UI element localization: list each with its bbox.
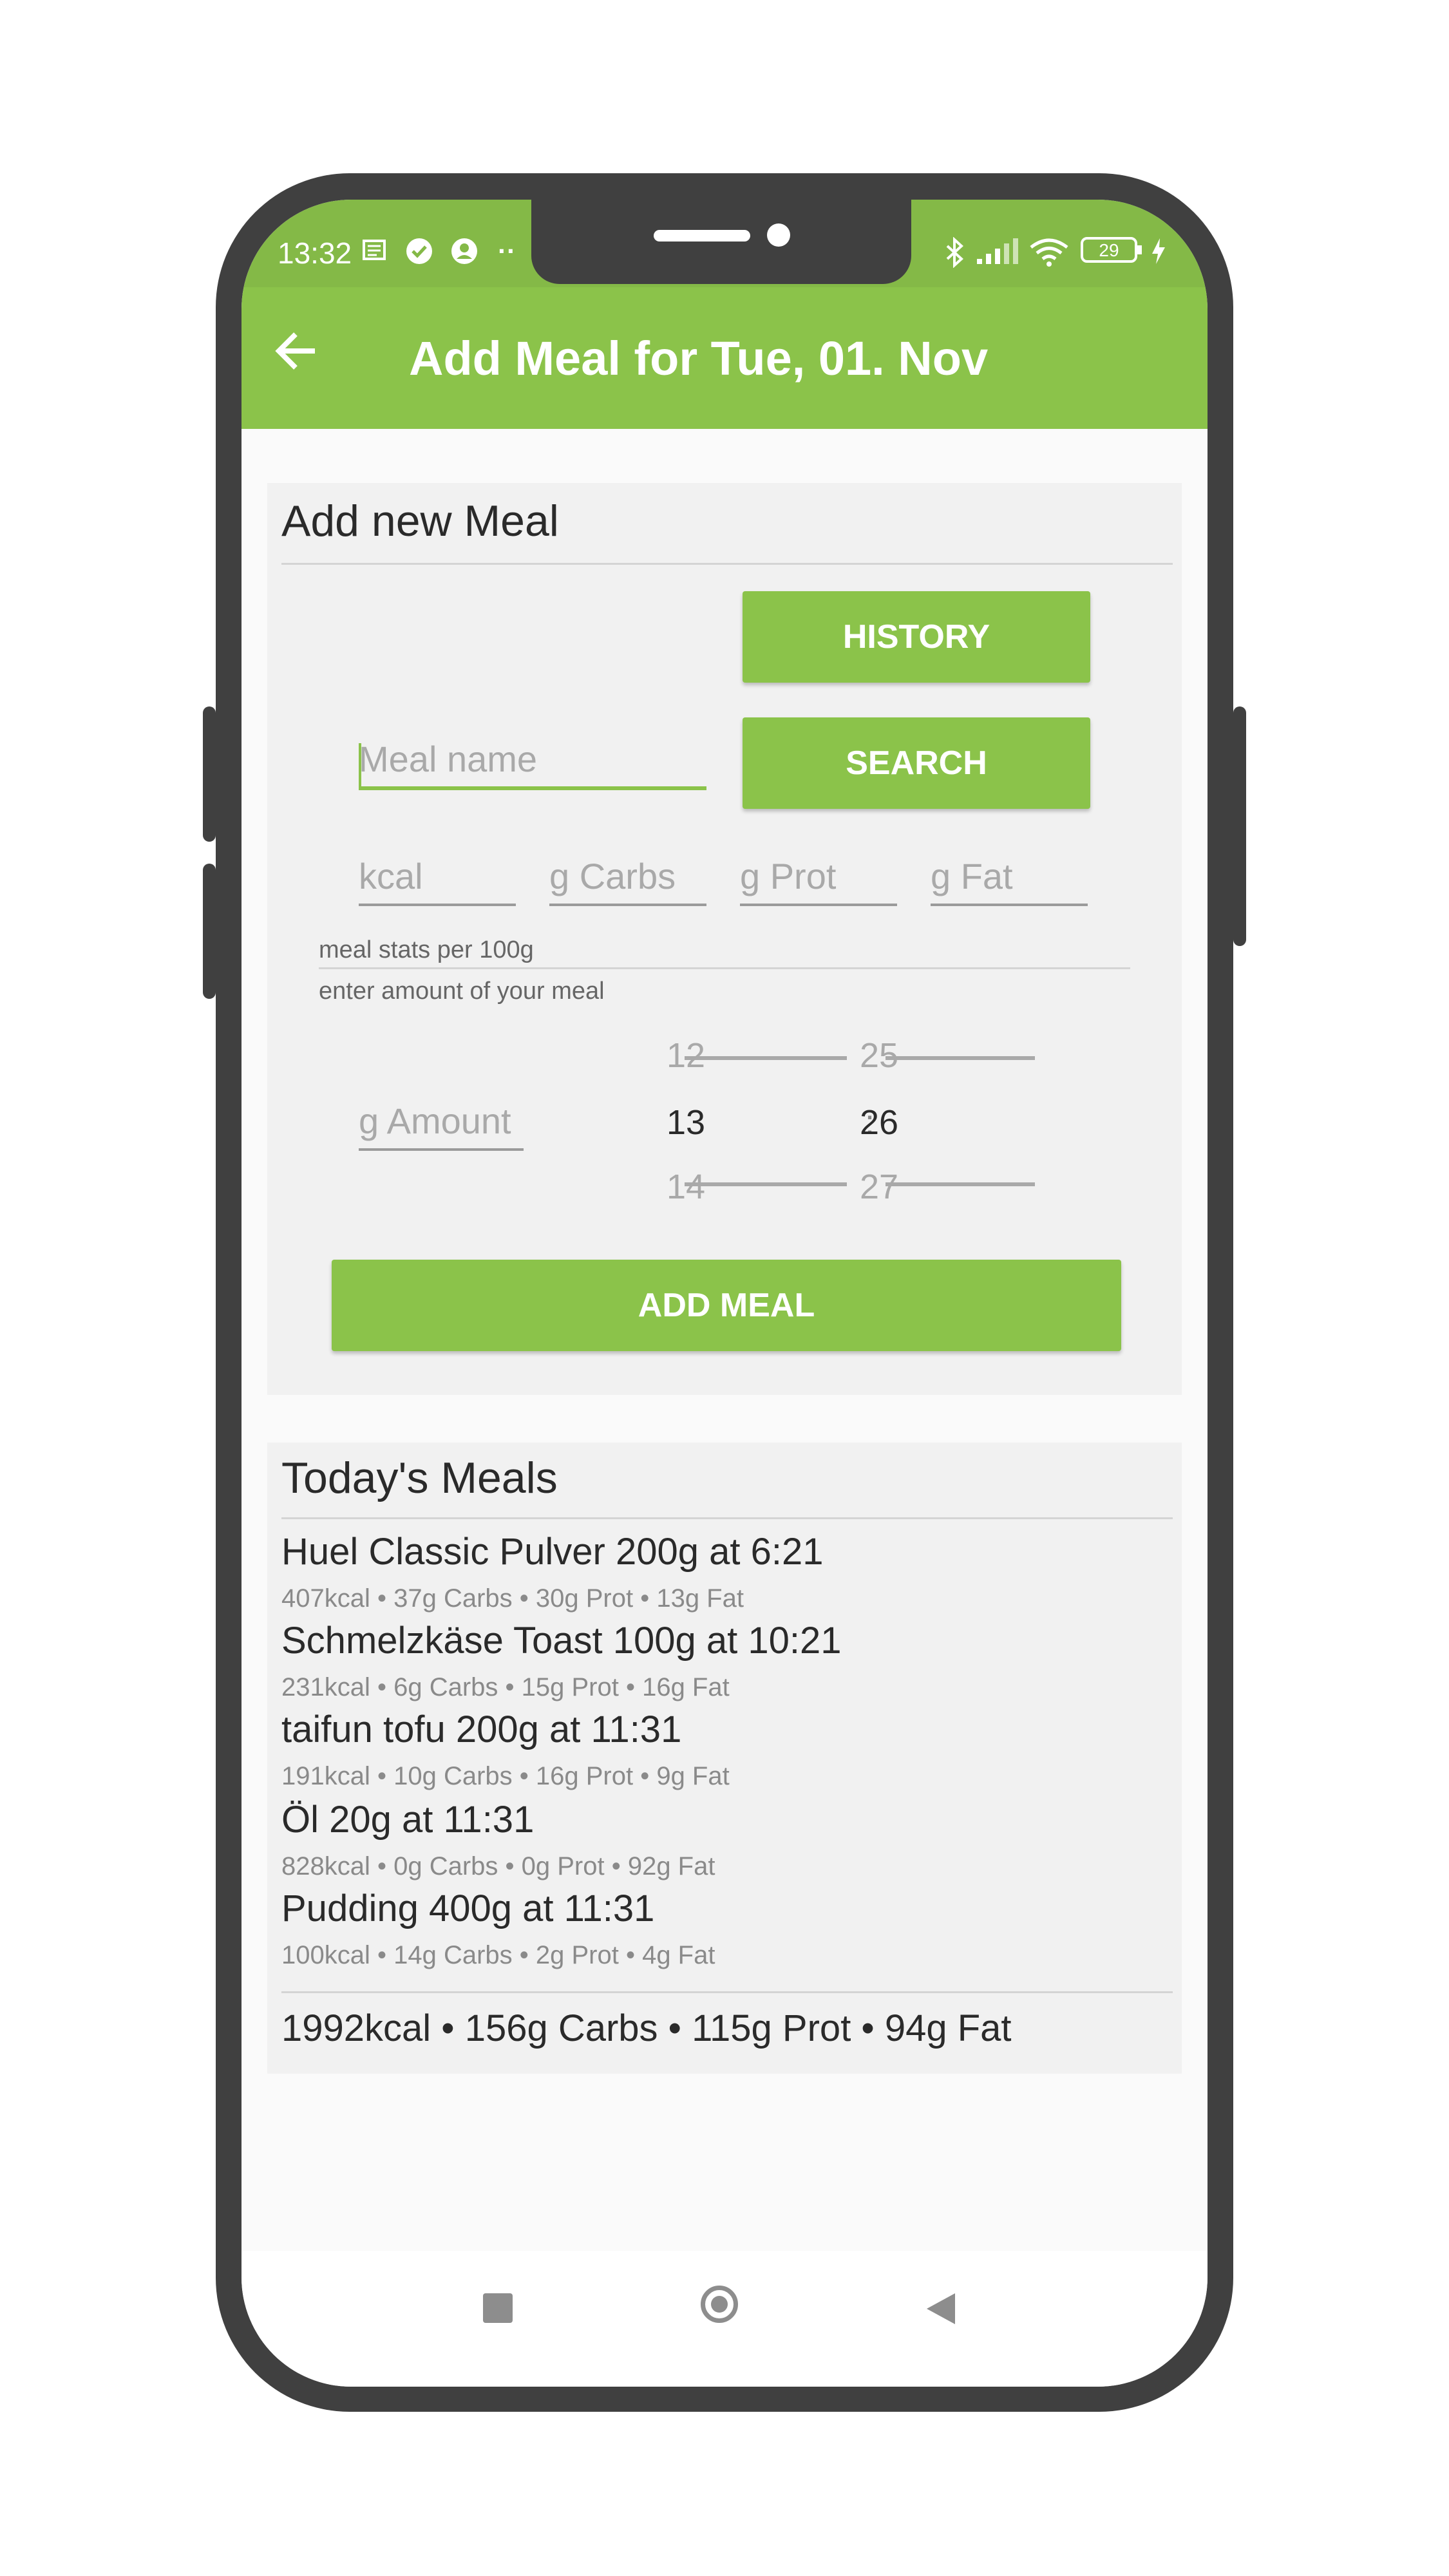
notes-icon — [361, 237, 387, 268]
power-button — [1233, 706, 1246, 946]
protein-input[interactable]: g Prot — [740, 855, 897, 906]
volume-up-button — [203, 706, 216, 842]
minute-next[interactable]: 27 — [802, 1167, 956, 1207]
charging-bolt-icon — [1150, 237, 1168, 270]
meal-item-stats: 407kcal • 37g Carbs • 30g Prot • 13g Fat — [281, 1584, 744, 1613]
card-divider — [281, 563, 1173, 565]
back-arrow-icon[interactable] — [274, 328, 319, 374]
card-divider — [281, 1517, 1173, 1519]
home-icon-dot — [711, 2296, 728, 2313]
amount-input[interactable]: g Amount — [359, 1100, 524, 1151]
hour-prev[interactable]: 12 — [609, 1036, 763, 1075]
meal-item-stats: 231kcal • 6g Carbs • 15g Prot • 16g Fat — [281, 1673, 730, 1701]
daily-total: 1992kcal • 156g Carbs • 115g Prot • 94g … — [281, 2007, 1012, 2049]
account-circle-icon — [450, 237, 478, 270]
total-divider — [281, 1991, 1173, 1993]
search-button[interactable]: SEARCH — [743, 717, 1090, 809]
volume-down-button — [203, 864, 216, 999]
per-100g-label: meal stats per 100g — [319, 936, 534, 963]
todays-meals-card: Today's Meals Huel Classic Pulver 200g a… — [267, 1443, 1182, 2074]
amount-hint-label: enter amount of your meal — [319, 978, 605, 1005]
meal-item-stats: 191kcal • 10g Carbs • 16g Prot • 9g Fat — [281, 1762, 730, 1790]
signal-icon — [976, 237, 1021, 270]
nav-back-icon[interactable] — [924, 2291, 958, 2327]
app-bar: Add Meal for Tue, 01. Nov — [242, 287, 1208, 429]
carbs-input[interactable]: g Carbs — [549, 855, 706, 906]
meal-item-stats: 828kcal • 0g Carbs • 0g Prot • 92g Fat — [281, 1852, 715, 1880]
kcal-input[interactable]: kcal — [359, 855, 516, 906]
meal-name-input[interactable]: Meal name — [359, 738, 706, 790]
minute-selected[interactable]: 26 — [802, 1103, 956, 1142]
minute-picker-top-line — [886, 1056, 1035, 1060]
add-meal-card: Add new Meal HISTORY Meal name SEARCH kc… — [267, 483, 1182, 1395]
meal-item-name[interactable]: Öl 20g at 11:31 — [281, 1798, 534, 1841]
notch — [531, 200, 911, 284]
battery-icon: 29 — [1080, 233, 1147, 272]
screen: 13:32 ·· 29 Add Meal for Tue, 01. Nov Ad… — [242, 200, 1208, 2387]
meal-item-name[interactable]: taifun tofu 200g at 11:31 — [281, 1708, 681, 1751]
more-notifications-icon: ·· — [498, 236, 516, 266]
todays-meals-title: Today's Meals — [281, 1454, 558, 1502]
phone-frame: 13:32 ·· 29 Add Meal for Tue, 01. Nov Ad… — [203, 173, 1246, 2412]
history-button[interactable]: HISTORY — [743, 591, 1090, 683]
fat-input[interactable]: g Fat — [931, 855, 1088, 906]
hour-selected[interactable]: 13 — [609, 1103, 763, 1142]
add-meal-button[interactable]: ADD MEAL — [332, 1260, 1121, 1351]
status-time: 13:32 — [278, 236, 352, 270]
bluetooth-icon — [943, 236, 967, 273]
front-camera — [767, 223, 790, 247]
hour-next[interactable]: 14 — [609, 1167, 763, 1207]
meal-item-name[interactable]: Pudding 400g at 11:31 — [281, 1887, 654, 1930]
battery-level: 29 — [1099, 240, 1119, 260]
minute-prev[interactable]: 25 — [802, 1036, 956, 1075]
wifi-icon — [1028, 237, 1070, 273]
home-icon[interactable] — [701, 2286, 738, 2323]
page-title: Add Meal for Tue, 01. Nov — [409, 332, 989, 385]
meal-name-placeholder: Meal name — [359, 739, 538, 779]
system-nav-bar — [242, 2251, 1208, 2387]
meal-item-stats: 100kcal • 14g Carbs • 2g Prot • 4g Fat — [281, 1941, 715, 1969]
status-bar: 13:32 ·· 29 — [242, 200, 1208, 287]
meal-item-name[interactable]: Schmelzkäse Toast 100g at 10:21 — [281, 1619, 842, 1662]
add-meal-card-title: Add new Meal — [281, 497, 559, 545]
meal-item-name[interactable]: Huel Classic Pulver 200g at 6:21 — [281, 1530, 823, 1573]
speaker-grille — [654, 230, 750, 242]
check-circle-icon — [405, 237, 433, 270]
text-cursor — [359, 743, 361, 787]
stats-divider — [319, 967, 1130, 969]
recent-apps-icon[interactable] — [483, 2293, 513, 2323]
